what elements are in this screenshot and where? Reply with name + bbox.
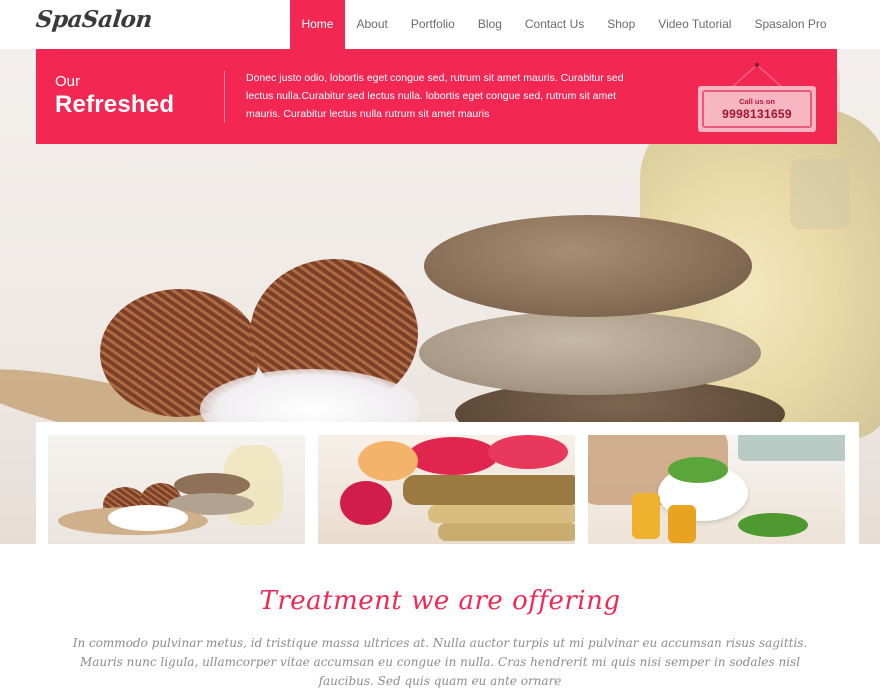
- spa-stone: [419, 311, 761, 395]
- thumbnail-herbs[interactable]: [588, 435, 845, 544]
- banner-divider: [224, 71, 225, 123]
- site-header: SpaSalon Home About Portfolio Blog Conta…: [0, 0, 880, 49]
- bamboo-shape: [438, 523, 575, 541]
- phone-number[interactable]: 9998131659: [704, 107, 810, 121]
- banner-title: Refreshed: [55, 91, 175, 118]
- salt-shape: [108, 505, 188, 531]
- treatment-section-title: Treatment we are offering: [259, 586, 621, 616]
- oil-bottle-shape: [668, 505, 696, 543]
- main-nav: Home About Portfolio Blog Contact Us Sho…: [289, 0, 838, 49]
- call-us-sign[interactable]: Call us on 9998131659: [698, 86, 816, 132]
- flower-shape: [408, 437, 498, 475]
- call-us-label: Call us on: [739, 97, 775, 106]
- treatment-section-text: In commodo pulvinar metus, id tristique …: [72, 636, 808, 688]
- flower-shape: [340, 481, 392, 525]
- bamboo-shape: [403, 475, 575, 505]
- nav-item-about[interactable]: About: [345, 0, 399, 49]
- site-logo[interactable]: SpaSalon: [35, 6, 154, 33]
- thumbnail-stones[interactable]: [48, 435, 305, 544]
- oil-bottle-shape: [632, 493, 660, 539]
- nav-item-blog[interactable]: Blog: [466, 0, 513, 49]
- banner-description: Donec justo odio, lobortis eget congue s…: [246, 72, 624, 120]
- oil-jar-highlight: [790, 159, 850, 229]
- spa-stone: [424, 215, 752, 317]
- call-us-frame: Call us on 9998131659: [702, 90, 812, 128]
- nav-item-contact-us[interactable]: Contact Us: [513, 0, 595, 49]
- banner-subtitle: Our: [55, 73, 81, 90]
- flower-shape: [488, 435, 568, 469]
- nav-item-shop[interactable]: Shop: [596, 0, 647, 49]
- treatment-thumbnails: [36, 422, 859, 544]
- thumbnail-flowers[interactable]: [318, 435, 575, 544]
- nav-item-video-tutorial[interactable]: Video Tutorial: [647, 0, 743, 49]
- herb-leaves-shape: [668, 457, 728, 483]
- hero-banner: Our Refreshed Donec justo odio, lobortis…: [36, 49, 837, 144]
- herb-leaves-shape: [738, 513, 808, 537]
- nav-item-spasalon-pro[interactable]: Spasalon Pro: [743, 0, 838, 49]
- towel-shape: [738, 435, 845, 461]
- bamboo-shape: [428, 505, 575, 523]
- flower-shape: [358, 441, 418, 481]
- nav-item-home[interactable]: Home: [289, 0, 345, 49]
- nav-item-portfolio[interactable]: Portfolio: [399, 0, 466, 49]
- sign-hanger-icon: [731, 62, 783, 88]
